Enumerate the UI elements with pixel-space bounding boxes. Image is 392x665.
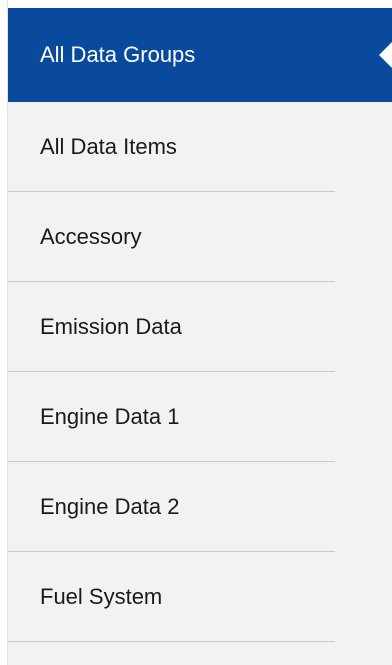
data-group-menu-screen: All Data Groups All Data Items Accessory… xyxy=(0,0,392,665)
menu-item-emission-data[interactable]: Emission Data xyxy=(8,282,392,372)
menu-item-all-data-items[interactable]: All Data Items xyxy=(8,102,392,192)
menu-item-all-data-groups[interactable]: All Data Groups xyxy=(8,8,392,102)
menu-item-label: Engine Data 1 xyxy=(40,404,180,429)
menu-item-label: Engine Data 2 xyxy=(40,494,180,519)
top-edge xyxy=(8,0,392,8)
menu-item-accessory[interactable]: Accessory xyxy=(8,192,392,282)
menu-item-engine-data-2[interactable]: Engine Data 2 xyxy=(8,462,392,552)
selection-pointer-icon xyxy=(379,42,392,68)
menu-item-fuel-system[interactable]: Fuel System xyxy=(8,552,392,642)
menu-item-label: All Data Groups xyxy=(40,42,196,67)
menu-item-label: Accessory xyxy=(40,224,142,249)
menu-item-engine-data-1[interactable]: Engine Data 1 xyxy=(8,372,392,462)
menu-item-label: Emission Data xyxy=(40,314,182,339)
menu-item-label: All Data Items xyxy=(40,134,177,159)
divider xyxy=(8,641,335,642)
left-edge xyxy=(0,0,8,665)
menu-item-label: Fuel System xyxy=(40,584,163,609)
